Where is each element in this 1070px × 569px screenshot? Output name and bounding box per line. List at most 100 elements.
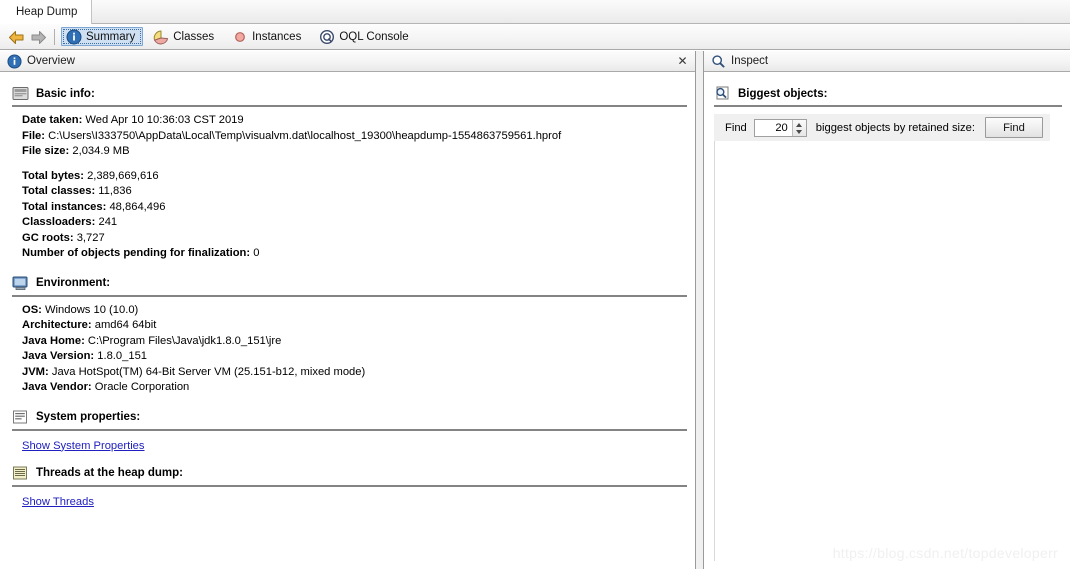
row-java-home: Java Home: C:\Program Files\Java\jdk1.8.… bbox=[22, 334, 687, 350]
row-pending-finalization: Number of objects pending for finalizati… bbox=[22, 246, 687, 262]
row-file-size-key: File size: bbox=[22, 145, 70, 157]
row-os: OS: Windows 10 (10.0) bbox=[22, 303, 687, 319]
section-threads-body: Show Threads bbox=[12, 487, 687, 508]
show-system-properties-link[interactable]: Show System Properties bbox=[22, 437, 145, 452]
toolbar-separator bbox=[54, 28, 55, 45]
section-biggest-objects-header: Biggest objects: bbox=[704, 72, 1070, 104]
row-pending-finalization-value: 0 bbox=[253, 247, 260, 259]
section-environment-header: Environment: bbox=[12, 262, 687, 294]
biggest-objects-results-area bbox=[714, 141, 1040, 561]
row-total-classes: Total classes: 11,836 bbox=[22, 184, 687, 200]
tab-classes-label: Classes bbox=[173, 30, 215, 43]
find-button-label: Find bbox=[1003, 121, 1025, 134]
show-threads-link[interactable]: Show Threads bbox=[22, 493, 94, 508]
forward-button[interactable] bbox=[28, 27, 50, 47]
row-jvm: JVM: Java HotSpot(TM) 64-Bit Server VM (… bbox=[22, 365, 687, 381]
row-java-vendor-value: Oracle Corporation bbox=[94, 381, 190, 393]
row-total-classes-key: Total classes: bbox=[22, 185, 96, 197]
row-gc-roots: GC roots: 3,727 bbox=[22, 231, 687, 247]
info-icon bbox=[7, 53, 22, 69]
row-file-size-value: 2,034.9 MB bbox=[72, 145, 130, 157]
info-icon bbox=[66, 29, 82, 45]
row-classloaders-key: Classloaders: bbox=[22, 216, 96, 228]
biggest-objects-count-value[interactable]: 20 bbox=[755, 120, 792, 136]
row-file: File: C:\Users\I333750\AppData\Local\Tem… bbox=[22, 129, 687, 145]
row-java-vendor-key: Java Vendor: bbox=[22, 381, 92, 393]
inspect-pane: Inspect Biggest objects: Find 20 biggest… bbox=[704, 51, 1070, 569]
find-prefix-label: Find bbox=[725, 121, 747, 134]
row-total-bytes: Total bytes: 2,389,669,616 bbox=[22, 169, 687, 185]
find-button[interactable]: Find bbox=[984, 117, 1043, 138]
inspect-content: Biggest objects: Find 20 biggest objects… bbox=[704, 72, 1070, 569]
section-threads-header: Threads at the heap dump: bbox=[12, 452, 687, 484]
threads-icon bbox=[12, 466, 29, 481]
section-system-properties-body: Show System Properties bbox=[12, 431, 687, 452]
magnifier-icon bbox=[711, 54, 726, 69]
tab-instances[interactable]: Instances bbox=[227, 27, 309, 46]
row-date-taken: Date taken: Wed Apr 10 10:36:03 CST 2019 bbox=[22, 113, 687, 129]
row-date-taken-key: Date taken: bbox=[22, 114, 83, 126]
oql-icon bbox=[319, 29, 335, 45]
tab-classes[interactable]: Classes bbox=[148, 27, 222, 46]
biggest-objects-count-stepper[interactable]: 20 bbox=[753, 118, 807, 137]
row-architecture-value: amd64 64bit bbox=[94, 319, 157, 331]
row-file-key: File: bbox=[22, 129, 45, 142]
overview-content: Basic info: Date taken: Wed Apr 10 10:36… bbox=[0, 72, 695, 569]
list-icon bbox=[12, 410, 29, 425]
row-classloaders: Classloaders: 241 bbox=[22, 215, 687, 231]
document-tab-label: Heap Dump bbox=[16, 6, 78, 18]
row-file-size: File size: 2,034.9 MB bbox=[22, 144, 687, 160]
section-environment-body: OS: Windows 10 (10.0) Architecture: amd6… bbox=[12, 297, 687, 396]
close-icon[interactable]: ✕ bbox=[675, 54, 690, 69]
toolbar: Summary Classes Instances OQL Console bbox=[0, 24, 1070, 50]
inspect-pane-title: Inspect bbox=[731, 55, 769, 67]
row-os-value: Windows 10 (10.0) bbox=[45, 303, 139, 316]
row-java-version-value: 1.8.0_151 bbox=[97, 350, 148, 362]
row-total-instances-key: Total instances: bbox=[22, 200, 107, 213]
section-system-properties-header: System properties: bbox=[12, 396, 687, 428]
window-tab-bar: Heap Dump bbox=[0, 0, 1070, 24]
row-pending-finalization-key: Number of objects pending for finalizati… bbox=[22, 247, 251, 259]
section-threads-title: Threads at the heap dump: bbox=[36, 467, 183, 479]
row-file-value: C:\Users\I333750\AppData\Local\Temp\visu… bbox=[48, 129, 562, 142]
back-button[interactable] bbox=[6, 27, 28, 47]
stepper-down-icon[interactable] bbox=[793, 128, 806, 136]
row-java-version: Java Version: 1.8.0_151 bbox=[22, 349, 687, 365]
row-architecture-key: Architecture: bbox=[22, 319, 92, 331]
row-os-key: OS: bbox=[22, 303, 42, 316]
section-basic-info-body: Date taken: Wed Apr 10 10:36:03 CST 2019… bbox=[12, 107, 687, 262]
find-toolbar: Find 20 biggest objects by retained size… bbox=[714, 114, 1050, 141]
row-total-bytes-value: 2,389,669,616 bbox=[87, 169, 159, 182]
row-jvm-key: JVM: bbox=[22, 365, 49, 378]
section-divider bbox=[714, 105, 1062, 107]
stepper-buttons[interactable] bbox=[791, 119, 806, 136]
overview-pane: Overview ✕ Basic info: Date taken: Wed A… bbox=[0, 51, 695, 569]
section-basic-info-title: Basic info: bbox=[36, 87, 95, 100]
tab-summary[interactable]: Summary bbox=[61, 27, 144, 46]
watermark-text: https://blog.csdn.net/topdeveloperr bbox=[832, 545, 1058, 561]
row-architecture: Architecture: amd64 64bit bbox=[22, 318, 687, 334]
section-environment: Environment: OS: Windows 10 (10.0) Archi… bbox=[12, 262, 687, 396]
monitor-icon bbox=[12, 276, 29, 291]
row-java-version-key: Java Version: bbox=[22, 350, 95, 362]
section-system-properties-title: System properties: bbox=[36, 411, 141, 423]
row-total-instances-value: 48,864,496 bbox=[109, 200, 166, 213]
row-total-instances: Total instances: 48,864,496 bbox=[22, 200, 687, 216]
document-tab-heap-dump[interactable]: Heap Dump bbox=[0, 0, 93, 24]
pie-chart-icon bbox=[153, 29, 169, 45]
circle-icon bbox=[232, 29, 248, 45]
section-environment-title: Environment: bbox=[36, 277, 111, 289]
row-jvm-value: Java HotSpot(TM) 64-Bit Server VM (25.15… bbox=[51, 365, 366, 378]
section-basic-info: Basic info: Date taken: Wed Apr 10 10:36… bbox=[12, 72, 687, 262]
row-spacer bbox=[22, 160, 687, 169]
find-suffix-label: biggest objects by retained size: bbox=[815, 121, 975, 134]
row-gc-roots-key: GC roots: bbox=[22, 231, 74, 244]
tab-summary-label: Summary bbox=[86, 30, 136, 43]
section-system-properties: System properties: Show System Propertie… bbox=[12, 396, 687, 452]
tab-oql-console[interactable]: OQL Console bbox=[314, 27, 416, 46]
section-basic-info-header: Basic info: bbox=[12, 72, 687, 104]
pane-splitter[interactable] bbox=[695, 51, 704, 569]
tab-oql-console-label: OQL Console bbox=[339, 30, 409, 43]
stepper-up-icon[interactable] bbox=[793, 120, 806, 128]
row-java-vendor: Java Vendor: Oracle Corporation bbox=[22, 380, 687, 396]
